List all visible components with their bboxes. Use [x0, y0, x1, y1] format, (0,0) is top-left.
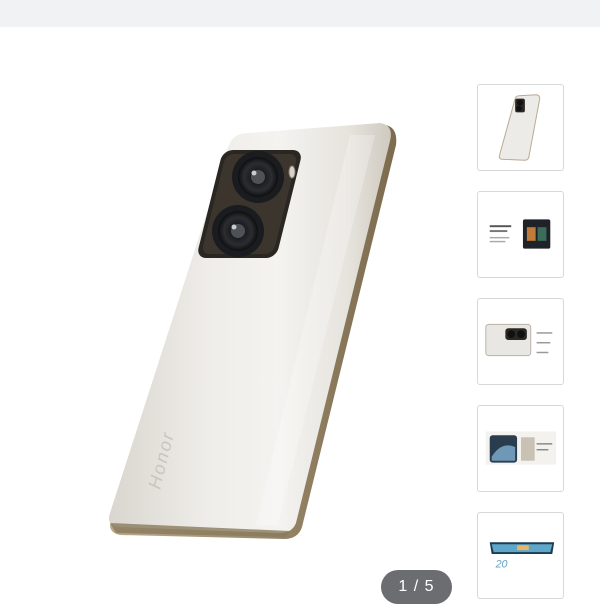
phone-front-thumb-icon: 20 [489, 542, 555, 571]
camera-detail-thumb-icon [485, 323, 553, 357]
thumbnail-camera-detail[interactable] [477, 298, 564, 385]
thumbnail-phone-front[interactable]: 20 [477, 512, 564, 599]
top-bar [0, 0, 600, 27]
spec-sheet-thumb-icon [489, 219, 551, 249]
image-counter-text: 1 / 5 [398, 578, 435, 595]
image-counter: 1 / 5 [381, 570, 452, 604]
phone-back-image: Honor [109, 123, 397, 539]
thumbnail-spec-sheet[interactable] [477, 191, 564, 278]
phone-screen-thumb-icon [485, 431, 557, 465]
thumbnail-phone-back[interactable] [477, 84, 564, 171]
phone-back-thumb-icon [498, 94, 541, 161]
svg-text:20: 20 [495, 559, 508, 571]
thumbnail-phone-screen[interactable] [477, 405, 564, 492]
main-product-image[interactable]: Honor [80, 95, 460, 565]
